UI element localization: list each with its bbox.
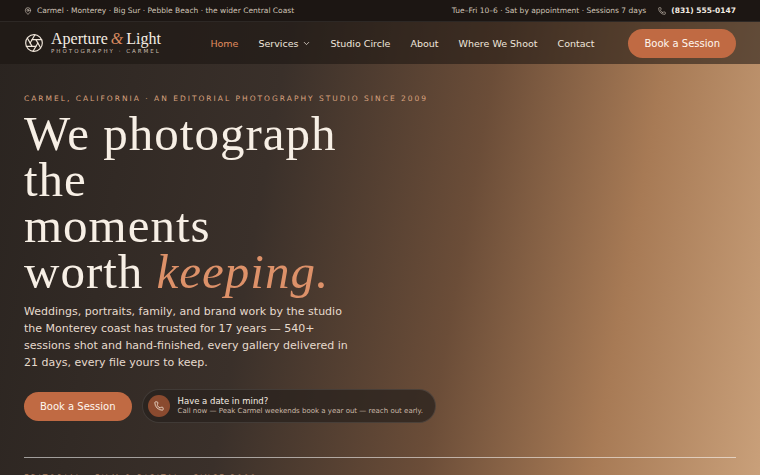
chevron-down-icon — [302, 39, 311, 48]
hours: Tue–Fri 10–6 · Sat by appointment · Sess… — [452, 6, 646, 15]
nav-item[interactable]: Contact — [558, 38, 595, 49]
logo[interactable]: Aperture&LightPHOTOGRAPHY · CARMEL — [24, 31, 161, 55]
phone-link[interactable]: (831) 555-0147 — [658, 6, 736, 15]
book-button[interactable]: Book a Session — [628, 29, 736, 58]
phone-icon — [154, 401, 164, 411]
nav-list: Home Services Studio Circle About Where We S… — [210, 38, 594, 49]
phone-icon — [658, 7, 666, 15]
primary-button[interactable]: Book a Session — [24, 392, 132, 421]
call-card[interactable]: Have a date in mind?Call now — Peak Carm… — [142, 389, 436, 423]
navbar: Aperture&LightPHOTOGRAPHY · CARMEL Home Se… — [0, 22, 760, 64]
hero-lede: Weddings, portraits, family, and brand w… — [24, 303, 354, 371]
map-pin-icon — [24, 7, 32, 15]
top-bar: Carmel · Monterey · Big Sur · Pebble Bea… — [0, 0, 760, 22]
hero-footer: EDITORIAL · FILM & DIGITAL · SINCE 2009 — [24, 473, 736, 475]
nav-item[interactable]: Home — [210, 38, 238, 49]
nav-item[interactable]: Services — [258, 38, 310, 49]
hero: CARMEL, CALIFORNIA · AN EDITORIAL PHOTOG… — [0, 64, 760, 475]
nav-item[interactable]: Where We Shoot — [459, 38, 538, 49]
aperture-icon — [24, 33, 44, 53]
hero-title: We photographthemomentsworth keeping. — [24, 111, 736, 295]
hero-actions: Book a Session Have a date in mind?Call n… — [24, 389, 736, 423]
eyebrow: CARMEL, CALIFORNIA · AN EDITORIAL PHOTOG… — [24, 94, 736, 103]
nav-item[interactable]: About — [410, 38, 438, 49]
divider — [24, 457, 736, 458]
page: Carmel · Monterey · Big Sur · Pebble Bea… — [0, 0, 760, 475]
location: Carmel · Monterey · Big Sur · Pebble Bea… — [24, 6, 294, 15]
nav-item[interactable]: Studio Circle — [331, 38, 391, 49]
